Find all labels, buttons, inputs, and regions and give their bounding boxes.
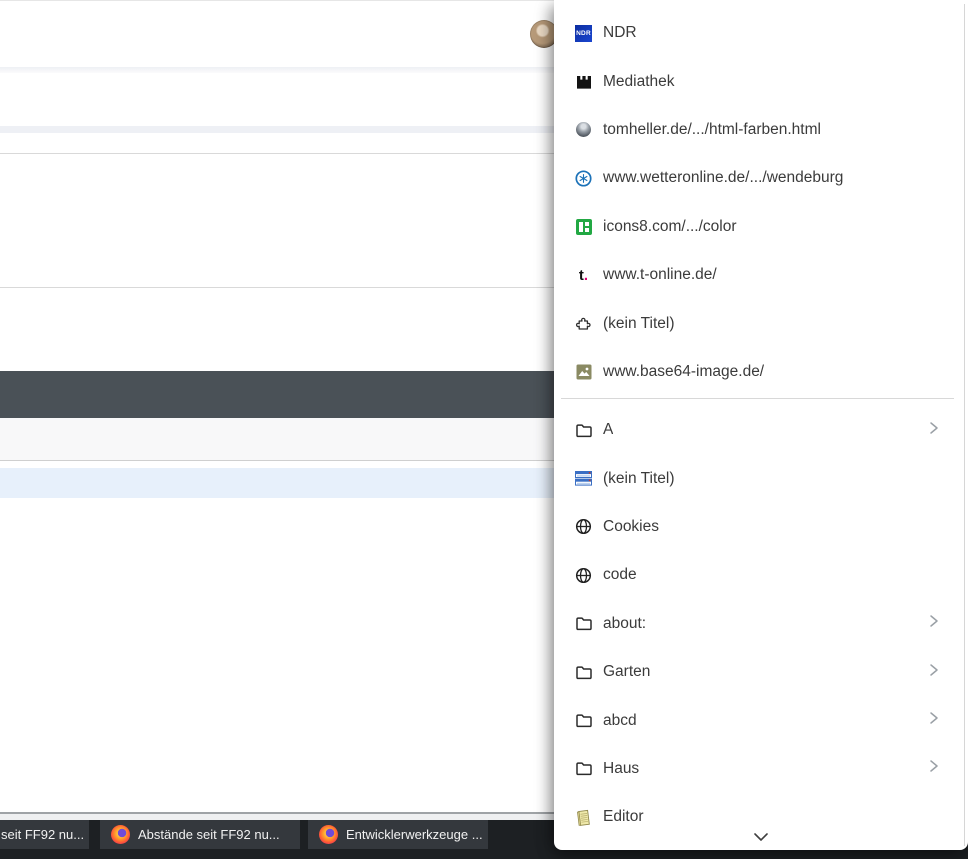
- bookmark-label: tomheller.de/.../html-farben.html: [603, 120, 821, 138]
- bookmark-item[interactable]: www.base64-image.de/: [554, 348, 968, 396]
- icons8-favicon: [575, 218, 592, 235]
- chevron-right-icon: [930, 760, 938, 773]
- firefox-icon: [319, 825, 338, 844]
- t-online-favicon: t.: [578, 266, 589, 284]
- globe-icon: [575, 567, 592, 584]
- globe-icon: [575, 518, 592, 535]
- gray-sphere-favicon: [575, 121, 592, 138]
- chevron-right-icon: [930, 615, 938, 627]
- bookmark-folder-item[interactable]: (kein Titel): [554, 454, 968, 502]
- bookmark-item[interactable]: t. www.t-online.de/: [554, 251, 968, 299]
- bookmark-item[interactable]: www.wetteronline.de/.../wendeburg: [554, 154, 968, 202]
- submenu-chevron: [928, 759, 940, 778]
- submenu-chevron: [928, 663, 940, 682]
- bookmark-label: about:: [603, 614, 647, 632]
- firefox-icon: [111, 825, 130, 844]
- taskbar-window-button[interactable]: Abstände seit FF92 nu...: [100, 820, 300, 849]
- taskbar-window-button[interactable]: Entwicklerwerkzeuge ...: [308, 820, 488, 849]
- taskbar-button-label: seit FF92 nu...: [1, 827, 85, 842]
- bookmark-label: (kein Titel): [603, 314, 675, 332]
- submenu-chevron: [928, 711, 940, 730]
- folder-icon: [575, 712, 592, 729]
- bookmark-label: Mediathek: [603, 72, 675, 90]
- bookmark-label: (kein Titel): [603, 469, 675, 487]
- bookmark-label: Editor: [603, 808, 644, 826]
- mediathek-logo-icon: [575, 73, 592, 90]
- bookmark-label: www.wetteronline.de/.../wendeburg: [603, 169, 844, 187]
- bookmark-item[interactable]: Mediathek: [554, 57, 968, 105]
- submenu-chevron: [928, 614, 940, 633]
- taskbar-button-label: Entwicklerwerkzeuge ...: [346, 827, 483, 842]
- bookmark-item[interactable]: (kein Titel): [554, 299, 968, 347]
- image-favicon: [575, 363, 592, 380]
- bookmark-label: abcd: [603, 711, 637, 729]
- bookmark-folder-item[interactable]: abcd: [554, 696, 968, 744]
- chevron-down-icon: [754, 833, 768, 841]
- striped-window-favicon: [575, 470, 592, 487]
- bookmark-folder-item[interactable]: code: [554, 551, 968, 599]
- notepad-icon: [575, 809, 592, 826]
- bookmark-label: www.t-online.de/: [603, 266, 717, 284]
- wetteronline-favicon: [575, 170, 592, 187]
- bookmark-label: A: [603, 421, 614, 439]
- folder-icon: [575, 664, 592, 681]
- taskbar-button-label: Abstände seit FF92 nu...: [138, 827, 280, 842]
- bookmark-label: Haus: [603, 759, 640, 777]
- bookmark-label: code: [603, 566, 637, 584]
- bookmark-folders-list: A (kein Titel) Cookies code about: Garte…: [554, 406, 968, 842]
- bookmark-label: www.base64-image.de/: [603, 362, 765, 380]
- menu-right-edge: [964, 4, 965, 846]
- bookmark-label: icons8.com/.../color: [603, 217, 737, 235]
- bookmarks-dropdown-menu: NDR NDR Mediathek tomheller.de/.../html-fa…: [554, 0, 968, 850]
- bookmark-label: Cookies: [603, 517, 659, 535]
- bookmark-folder-item[interactable]: Cookies: [554, 503, 968, 551]
- bookmark-label: Garten: [603, 663, 651, 681]
- folder-icon: [575, 422, 592, 439]
- bookmark-item[interactable]: icons8.com/.../color: [554, 203, 968, 251]
- submenu-chevron: [928, 421, 940, 440]
- bookmark-folder-item[interactable]: about:: [554, 600, 968, 648]
- bookmark-folder-item[interactable]: A: [554, 406, 968, 454]
- scroll-down-button[interactable]: [749, 829, 773, 845]
- bookmark-label: NDR: [603, 24, 637, 42]
- menu-divider: [561, 398, 954, 399]
- folder-icon: [575, 615, 592, 632]
- puzzle-icon: [575, 315, 592, 332]
- bookmark-item[interactable]: NDR NDR: [554, 9, 968, 57]
- bookmark-item[interactable]: tomheller.de/.../html-farben.html: [554, 106, 968, 154]
- chevron-right-icon: [930, 421, 938, 434]
- bookmarks-list: NDR NDR Mediathek tomheller.de/.../html-fa…: [554, 9, 968, 396]
- bookmark-folder-item[interactable]: Haus: [554, 745, 968, 793]
- screenshot-root: seit FF92 nu... Abstände seit FF92 nu...…: [0, 0, 968, 859]
- bookmark-folder-item[interactable]: Garten: [554, 648, 968, 696]
- chevron-right-icon: [930, 663, 938, 676]
- ndr-logo-icon: NDR: [575, 24, 592, 42]
- folder-icon: [575, 760, 592, 777]
- taskbar-window-button[interactable]: seit FF92 nu...: [0, 820, 89, 849]
- chevron-right-icon: [930, 712, 938, 724]
